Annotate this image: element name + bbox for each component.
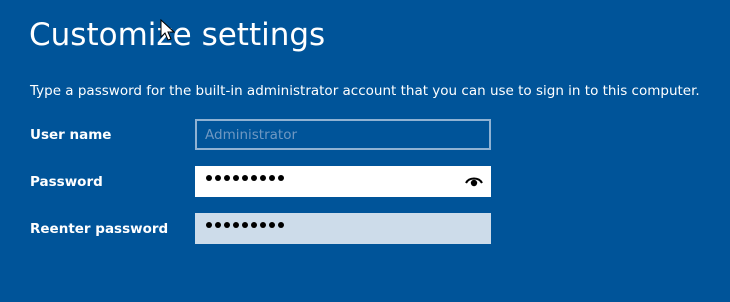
- mask-dot: [215, 175, 221, 181]
- mask-dot: [224, 175, 230, 181]
- mask-dot: [242, 222, 248, 228]
- password-mask: [206, 175, 284, 181]
- setup-window: { "title": "Customize settings", "descri…: [0, 0, 730, 302]
- mouse-cursor-icon: [160, 19, 176, 41]
- mask-dot: [224, 222, 230, 228]
- username-field[interactable]: Administrator: [195, 119, 491, 150]
- mask-dot: [260, 222, 266, 228]
- mask-dot: [215, 222, 221, 228]
- username-label: User name: [30, 127, 112, 143]
- password-label: Password: [30, 174, 103, 190]
- username-value: Administrator: [205, 127, 298, 143]
- mask-dot: [269, 175, 275, 181]
- mask-dot: [260, 175, 266, 181]
- mask-dot: [233, 222, 239, 228]
- mask-dot: [242, 175, 248, 181]
- eye-icon[interactable]: [465, 175, 483, 187]
- mask-dot: [278, 222, 284, 228]
- mask-dot: [206, 175, 212, 181]
- mask-dot: [278, 175, 284, 181]
- mask-dot: [269, 222, 275, 228]
- password-field[interactable]: [195, 166, 491, 197]
- instruction-text: Type a password for the built-in adminis…: [30, 83, 700, 99]
- mask-dot: [233, 175, 239, 181]
- mask-dot: [206, 222, 212, 228]
- reenter-password-mask: [206, 222, 284, 228]
- page-title: Customize settings: [29, 17, 326, 53]
- mask-dot: [251, 175, 257, 181]
- mask-dot: [251, 222, 257, 228]
- reenter-password-label: Reenter password: [30, 221, 169, 237]
- reenter-password-field[interactable]: [195, 213, 491, 244]
